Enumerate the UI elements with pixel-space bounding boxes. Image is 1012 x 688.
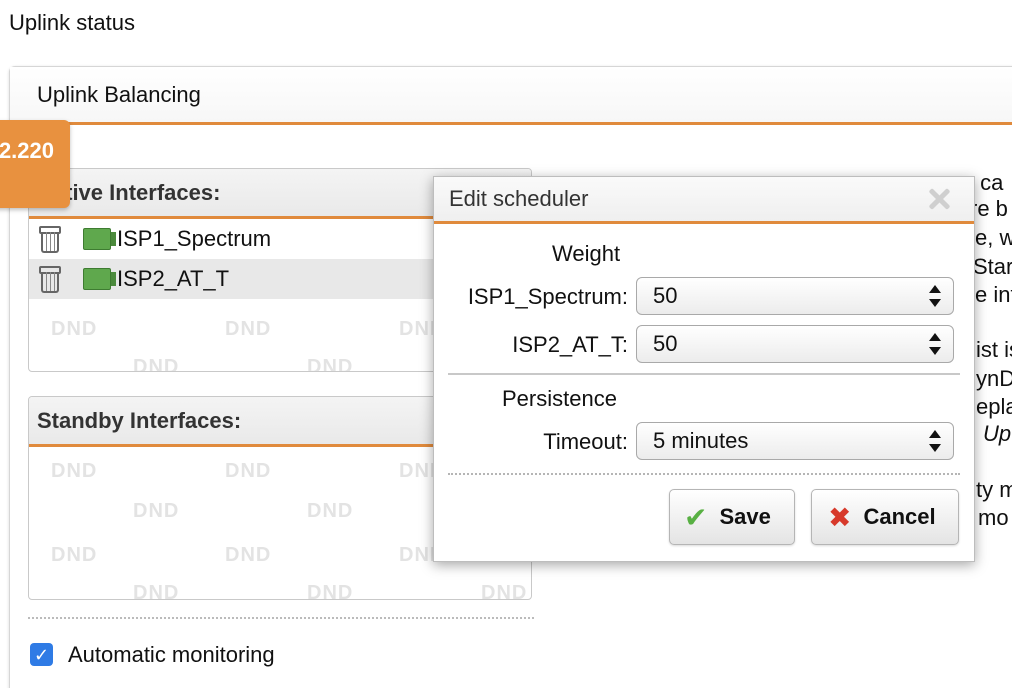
- help-text-fragment: ynD: [976, 366, 1012, 391]
- network-card-icon: [83, 268, 116, 290]
- dnd-watermark: DND: [307, 582, 354, 600]
- dnd-watermark: DND: [51, 318, 98, 340]
- dnd-watermark: DND: [481, 582, 528, 600]
- dnd-watermark: DND: [225, 544, 272, 566]
- dnd-watermark: DND: [225, 460, 272, 482]
- save-button[interactable]: ✔ Save: [669, 489, 795, 545]
- timeout-value: 5 minutes: [653, 428, 749, 453]
- help-text-fragment: e int: [975, 282, 1012, 307]
- dnd-watermark: DND: [51, 460, 98, 482]
- ip-badge: 2.220: [0, 120, 70, 208]
- panel-title: Uplink Balancing: [10, 67, 1012, 125]
- isp2-weight-select[interactable]: 50: [636, 325, 954, 363]
- dialog-divider: [448, 473, 960, 475]
- help-text-fragment: e, w: [975, 225, 1012, 250]
- help-text-fragment: mo: [978, 505, 1009, 530]
- help-text-fragment: Up: [983, 421, 1012, 446]
- dnd-watermark: DND: [133, 582, 180, 600]
- dnd-watermark: DND: [307, 356, 354, 372]
- automatic-monitoring-label: Automatic monitoring: [68, 642, 275, 667]
- select-arrows-icon: [929, 285, 941, 307]
- isp1-weight-label: ISP1_Spectrum:: [467, 284, 628, 309]
- automatic-monitoring-checkbox[interactable]: ✓: [30, 643, 53, 666]
- close-icon[interactable]: [926, 186, 952, 212]
- select-arrows-icon: [929, 430, 941, 452]
- isp1-weight-select[interactable]: 50: [636, 277, 954, 315]
- cancel-button-label: Cancel: [863, 504, 936, 529]
- interface-label: ISP2_AT_T: [117, 266, 230, 291]
- dnd-watermark: DND: [133, 356, 180, 372]
- help-text-fragment: ist is: [976, 337, 1012, 362]
- network-card-icon: [83, 228, 116, 250]
- timeout-label: Timeout:: [543, 429, 628, 454]
- help-text-fragment: ty m: [976, 477, 1012, 502]
- section-divider: [28, 617, 534, 619]
- help-text-fragment: Star: [973, 254, 1012, 279]
- help-text-fragment: re b: [970, 196, 1008, 221]
- dialog-header: Edit scheduler: [434, 177, 974, 224]
- cancel-x-icon: ✖: [828, 501, 852, 533]
- persistence-label: Persistence: [502, 386, 617, 411]
- save-button-label: Save: [719, 504, 771, 529]
- timeout-select[interactable]: 5 minutes: [636, 422, 954, 460]
- isp2-weight-value: 50: [653, 331, 678, 356]
- isp1-weight-value: 50: [653, 283, 678, 308]
- dialog-title: Edit scheduler: [449, 186, 589, 211]
- dnd-watermark: DND: [225, 318, 272, 340]
- interface-label: ISP1_Spectrum: [117, 226, 272, 251]
- checkmark-icon: ✔: [684, 501, 708, 533]
- cancel-button[interactable]: ✖ Cancel: [811, 489, 959, 545]
- dnd-watermark: DND: [133, 500, 180, 522]
- isp2-weight-label: ISP2_AT_T:: [512, 332, 628, 357]
- help-text-fragment: epla: [976, 394, 1012, 419]
- dialog-divider: [448, 373, 960, 375]
- weight-label: Weight: [552, 241, 621, 266]
- edit-scheduler-dialog: Edit scheduler Weight ISP1_Spectrum: 50 …: [433, 176, 975, 562]
- dnd-watermark: DND: [51, 544, 98, 566]
- select-arrows-icon: [929, 333, 941, 355]
- trash-icon[interactable]: [37, 226, 61, 253]
- checkmark-icon: ✓: [33, 644, 50, 665]
- dnd-watermark: DND: [307, 500, 354, 522]
- trash-icon[interactable]: [37, 266, 61, 293]
- page-title: Uplink status: [9, 10, 135, 35]
